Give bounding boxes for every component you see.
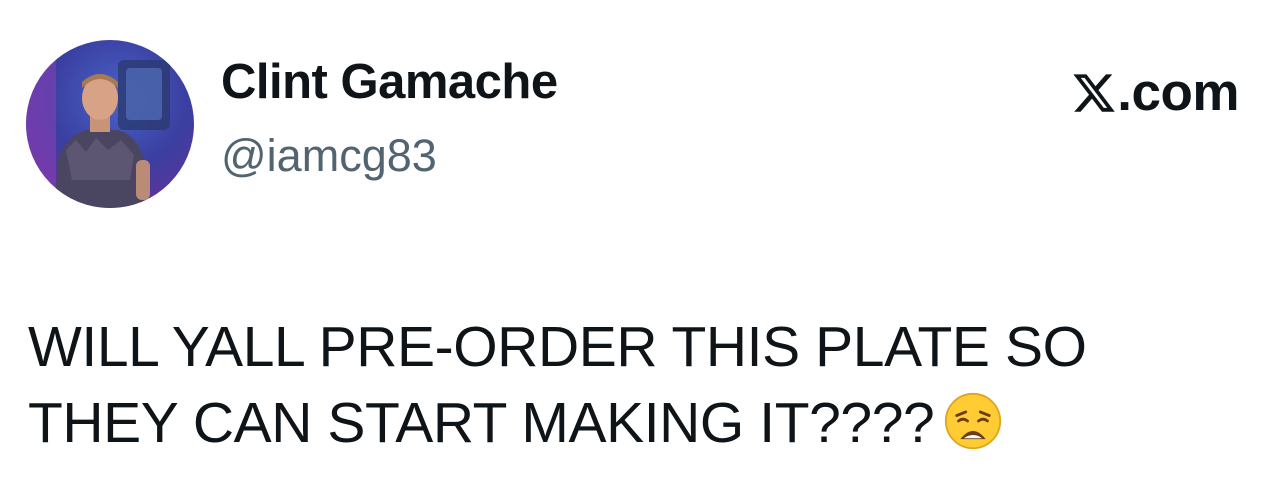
tweet-text-line-2: THEY CAN START MAKING IT???? (28, 385, 1248, 461)
author-display-name[interactable]: Clint Gamache (221, 58, 558, 107)
tweet-text-line-2-content: THEY CAN START MAKING IT???? (28, 391, 935, 455)
x-logo-icon (1073, 73, 1116, 112)
avatar-photo (26, 40, 194, 208)
author-handle[interactable]: @iamcg83 (221, 133, 437, 178)
weary-face-emoji-icon (945, 392, 1002, 450)
tweet-text-line-1: WILL YALL PRE-ORDER THIS PLATE SO (28, 315, 1087, 379)
avatar[interactable] (26, 40, 194, 208)
brand-domain-text: .com (1117, 63, 1239, 122)
tweet-card: Clint Gamache @iamcg83 .com WILL YALL PR… (0, 0, 1269, 491)
brand-link[interactable]: .com (1071, 66, 1239, 119)
tweet-text: WILL YALL PRE-ORDER THIS PLATE SO THEY C… (28, 309, 1248, 461)
